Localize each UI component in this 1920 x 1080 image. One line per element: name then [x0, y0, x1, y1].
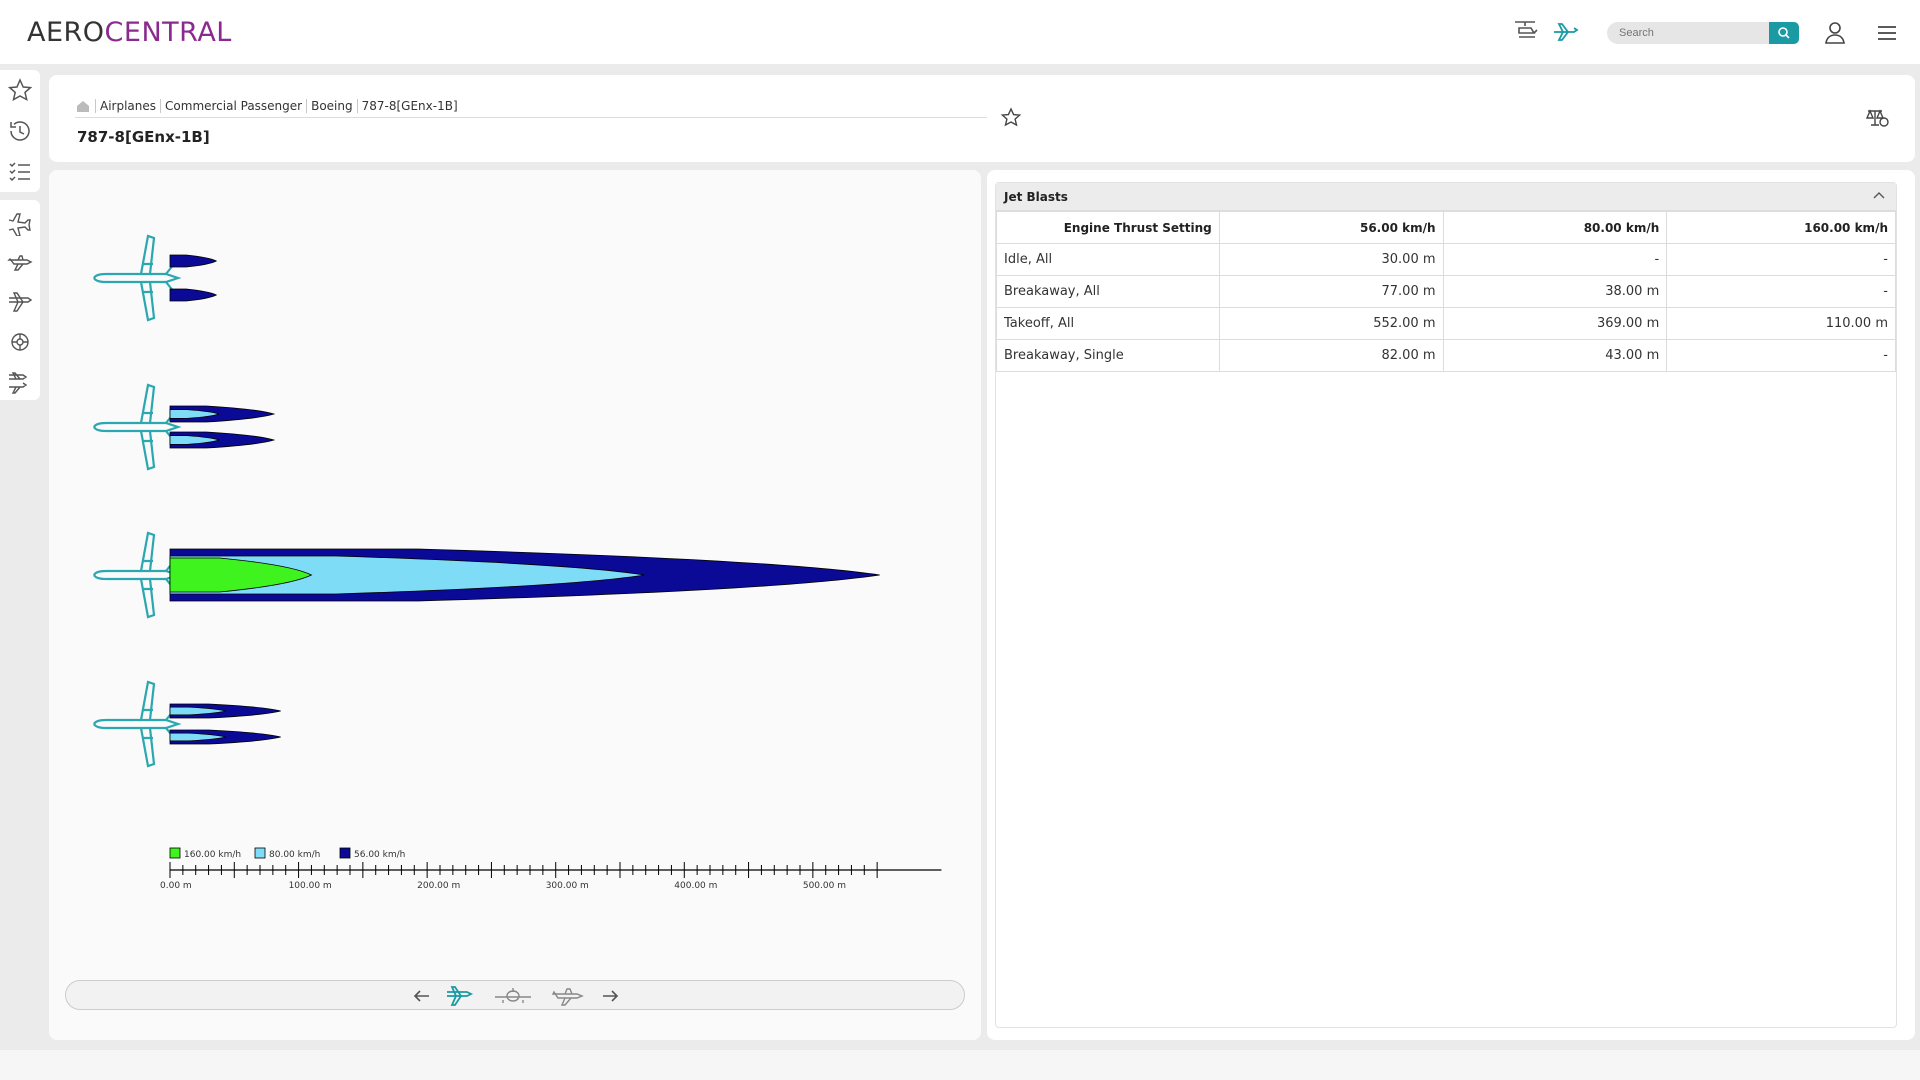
table-cell: -: [1666, 275, 1896, 308]
bottom-strip: [0, 1050, 1920, 1080]
arrow-right-icon[interactable]: [599, 986, 621, 1006]
table-cell: 552.00 m: [1218, 307, 1444, 340]
table-row: Takeoff, All 552.00 m 369.00 m 110.00 m: [996, 307, 1896, 340]
legend-label: 80.00 km/h: [269, 850, 320, 860]
airplane-compare-icon[interactable]: [6, 368, 34, 396]
table-cell: 38.00 m: [1442, 275, 1668, 308]
column-header: Engine Thrust Setting: [996, 211, 1220, 244]
table-cell: -: [1666, 243, 1896, 276]
jet-blasts-panel: Jet Blasts Engine Thrust Setting 56.00 k…: [987, 170, 1915, 1040]
jet-blasts-table: Engine Thrust Setting 56.00 km/h 80.00 k…: [996, 211, 1896, 372]
table-cell: -: [1666, 339, 1896, 372]
table-cell: Breakaway, All: [996, 275, 1220, 308]
table-cell: Idle, All: [996, 243, 1220, 276]
favorites-star-icon[interactable]: [6, 77, 34, 105]
favorite-star-icon[interactable]: [1000, 107, 1022, 129]
collapse-chevron-icon[interactable]: [1872, 189, 1886, 203]
history-icon[interactable]: [6, 117, 34, 145]
breadcrumb-item-commercial-passenger[interactable]: Commercial Passenger: [165, 99, 302, 113]
airplane-front-view-icon[interactable]: [493, 983, 533, 1009]
table-cell: 30.00 m: [1218, 243, 1444, 276]
blast-plume-56: [169, 288, 218, 302]
breadcrumb-divider: [75, 117, 987, 118]
page-header: Airplanes Commercial Passenger Boeing 78…: [49, 75, 1915, 162]
sidebar-group-top: [0, 70, 40, 192]
scale-tick-label: 300.00 m: [546, 881, 589, 891]
search-icon: [1778, 27, 1790, 39]
app-logo[interactable]: AEROCENTRAL: [27, 17, 232, 48]
table-header-row: Engine Thrust Setting 56.00 km/h 80.00 k…: [996, 211, 1896, 244]
airplane-top-view-icon[interactable]: [444, 983, 474, 1009]
hamburger-menu-icon[interactable]: [1872, 18, 1902, 46]
page-title: 787-8[GEnx-1B]: [77, 128, 210, 146]
helicopter-icon[interactable]: [1511, 18, 1541, 46]
airplane-silhouette-icon: [93, 383, 182, 471]
table-title: Jet Blasts: [1004, 190, 1068, 204]
legend-swatch: [254, 847, 266, 859]
airplane-takeoff-icon[interactable]: [6, 208, 34, 236]
scale-tick-label: 400.00 m: [674, 881, 717, 891]
table-cell: 43.00 m: [1442, 339, 1668, 372]
legend-swatch: [339, 847, 351, 859]
search-button[interactable]: [1769, 22, 1799, 44]
table-cell: -: [1442, 243, 1668, 276]
arrow-left-icon[interactable]: [411, 986, 433, 1006]
scale-tick-label: 0.00 m: [160, 881, 192, 891]
airplane-side-icon[interactable]: [6, 248, 34, 276]
airplane-icon[interactable]: [1551, 18, 1581, 46]
table-cell: 369.00 m: [1442, 307, 1668, 340]
breadcrumb: Airplanes Commercial Passenger Boeing 78…: [75, 99, 458, 113]
breadcrumb-item-boeing[interactable]: Boeing: [311, 99, 353, 113]
airplane-top-icon[interactable]: [6, 288, 34, 316]
jet-blast-chart: 160.00 km/h 80.00 km/h 56.00 km/h 0.00 m 100…: [93, 234, 942, 891]
scale-tick-label: 500.00 m: [803, 881, 846, 891]
list-icon[interactable]: [6, 157, 34, 185]
column-header: 56.00 km/h: [1218, 211, 1444, 244]
jet-blast-diagram-panel: 160.00 km/h 80.00 km/h 56.00 km/h 0.00 m 100…: [49, 170, 981, 1040]
legend-label: 160.00 km/h: [184, 850, 241, 860]
column-header: 80.00 km/h: [1442, 211, 1668, 244]
airplane-side-view-icon[interactable]: [550, 983, 586, 1009]
breadcrumb-item-airplanes[interactable]: Airplanes: [100, 99, 156, 113]
scale-tick-label: 200.00 m: [417, 881, 460, 891]
table-cell: 82.00 m: [1218, 339, 1444, 372]
table-cell: 110.00 m: [1666, 307, 1896, 340]
sidebar: [0, 70, 40, 1050]
legend-label: 56.00 km/h: [354, 850, 405, 860]
sidebar-group-aircraft: [0, 200, 40, 400]
compare-scale-icon[interactable]: [1864, 107, 1890, 129]
table-header-bar[interactable]: Jet Blasts: [996, 183, 1896, 211]
engine-icon[interactable]: [6, 328, 34, 356]
blast-plume-56: [169, 254, 218, 268]
table-row: Breakaway, Single 82.00 m 43.00 m -: [996, 339, 1896, 372]
airplane-silhouette-icon: [93, 680, 182, 768]
airplane-silhouette-icon: [93, 234, 182, 322]
top-bar: AEROCENTRAL: [0, 0, 1920, 64]
table-cell: Takeoff, All: [996, 307, 1220, 340]
airplane-silhouette-icon: [93, 531, 182, 619]
legend-swatch: [169, 847, 181, 859]
home-icon[interactable]: [75, 99, 91, 113]
table-row: Idle, All 30.00 m - -: [996, 243, 1896, 276]
user-icon[interactable]: [1820, 18, 1850, 46]
table-cell: 77.00 m: [1218, 275, 1444, 308]
breadcrumb-item-model[interactable]: 787-8[GEnx-1B]: [362, 99, 458, 113]
table-cell: Breakaway, Single: [996, 339, 1220, 372]
column-header: 160.00 km/h: [1666, 211, 1896, 244]
scale-tick-label: 100.00 m: [289, 881, 332, 891]
table-row: Breakaway, All 77.00 m 38.00 m -: [996, 275, 1896, 308]
jet-blasts-table-card: Jet Blasts Engine Thrust Setting 56.00 k…: [995, 182, 1897, 1028]
diagram-view-navigation: [65, 980, 965, 1010]
